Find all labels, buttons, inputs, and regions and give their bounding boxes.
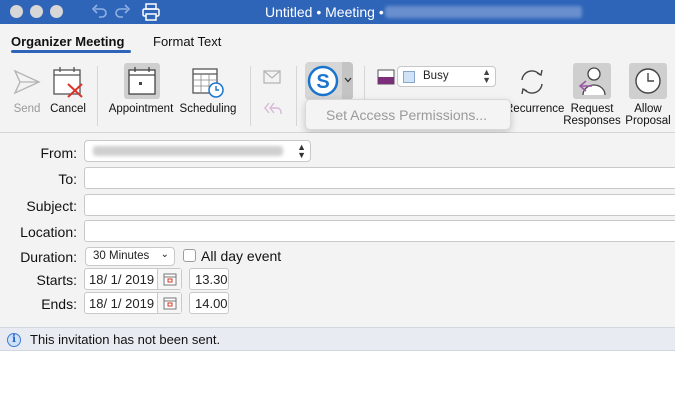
request-responses-icon [578, 67, 606, 96]
to-field[interactable] [84, 167, 675, 189]
up-down-arrows-icon: ▲ ▼ [482, 67, 491, 85]
chevron-down-icon [344, 77, 352, 83]
ribbon-separator [296, 66, 297, 126]
show-as-icon [377, 69, 395, 85]
start-time-field[interactable]: 13.30 [189, 268, 229, 290]
starts-label: Starts: [36, 272, 77, 288]
send-icon [13, 69, 41, 95]
ends-label: Ends: [41, 296, 77, 312]
duration-label: Duration: [20, 249, 77, 265]
start-date-value: 18/ 1/ 2019 [89, 272, 155, 287]
cancel-label: Cancel [50, 103, 86, 115]
allow-proposal-label-line1: Allow [634, 103, 662, 115]
invitation-status-bar: i This invitation has not been sent. [0, 327, 675, 351]
up-down-arrows-icon: ▲ ▼ [297, 142, 306, 160]
skype-dropdown-toggle[interactable] [342, 62, 353, 100]
allow-proposal-label-line2: Proposal [625, 115, 671, 127]
to-label: To: [58, 171, 77, 187]
redo-icon[interactable] [114, 2, 132, 20]
location-field[interactable] [84, 220, 675, 242]
end-date-picker-button[interactable] [157, 293, 181, 313]
chevron-down-icon: ⌄ [160, 249, 169, 260]
start-date-field[interactable]: 18/ 1/ 2019 [84, 268, 182, 290]
end-time-value: 14.00 [195, 296, 228, 311]
recurrence-button[interactable]: Recurrence [505, 62, 565, 126]
subject-label: Subject: [26, 198, 77, 214]
all-day-event-label[interactable]: All day event [201, 248, 281, 264]
show-as-select[interactable]: Busy ▲ ▼ [397, 66, 496, 87]
show-as-value: Busy [423, 70, 449, 82]
skype-meeting-button[interactable]: S [305, 62, 353, 100]
undo-icon[interactable] [90, 2, 108, 20]
appointment-calendar-icon [128, 67, 156, 95]
recurrence-icon [521, 69, 543, 95]
duration-select[interactable]: 30 Minutes ⌄ [85, 247, 175, 266]
scheduling-icon [192, 68, 224, 98]
scheduling-label: Scheduling [179, 103, 237, 115]
skype-icon: S [307, 65, 339, 97]
email-icon[interactable] [263, 70, 281, 84]
location-label: Location: [20, 224, 77, 240]
tab-format-text[interactable]: Format Text [153, 34, 221, 49]
calendar-icon [163, 297, 177, 310]
minimize-window-button[interactable] [30, 5, 43, 18]
zoom-window-button[interactable] [50, 5, 63, 18]
cancel-calendar-icon [53, 67, 83, 98]
request-responses-label-line1: Request [570, 103, 614, 115]
duration-value: 30 Minutes [93, 250, 150, 262]
svg-text:S: S [316, 71, 329, 93]
end-date-field[interactable]: 18/ 1/ 2019 [84, 292, 182, 314]
all-day-event-checkbox[interactable] [183, 249, 196, 262]
appointment-label: Appointment [108, 103, 174, 115]
start-time-value: 13.30 [195, 272, 228, 287]
window-title: Untitled • Meeting • [265, 4, 384, 20]
ribbon-separator [250, 66, 251, 126]
from-account-select[interactable]: ▲ ▼ [84, 140, 311, 162]
set-access-permissions-menu-item[interactable]: Set Access Permissions... [326, 107, 487, 123]
request-responses-button[interactable]: Request Responses [562, 62, 622, 130]
recurrence-label: Recurrence [505, 103, 565, 115]
tab-organizer-meeting[interactable]: Organizer Meeting [11, 34, 124, 49]
end-date-value: 18/ 1/ 2019 [89, 296, 155, 311]
allow-proposal-button[interactable]: Allow Proposal [622, 62, 674, 130]
ribbon-separator [97, 66, 98, 126]
skype-options-menu: Set Access Permissions... [305, 99, 511, 130]
send-label: Send [13, 103, 41, 115]
info-icon: i [7, 333, 21, 347]
invitation-status-message: This invitation has not been sent. [30, 332, 221, 347]
busy-color-swatch [403, 71, 415, 83]
calendar-icon [163, 273, 177, 286]
scheduling-button[interactable]: Scheduling [177, 62, 239, 126]
start-date-picker-button[interactable] [157, 269, 181, 289]
cancel-meeting-button[interactable]: Cancel [46, 62, 90, 126]
redacted-title-text [385, 6, 582, 18]
title-bar: Untitled • Meeting • [0, 0, 675, 24]
from-label: From: [40, 145, 77, 161]
close-window-button[interactable] [10, 5, 23, 18]
active-tab-indicator [11, 50, 131, 53]
end-time-field[interactable]: 14.00 [189, 292, 229, 314]
clock-icon [635, 68, 661, 94]
reply-all-icon[interactable] [263, 100, 283, 116]
subject-field[interactable] [84, 194, 675, 216]
request-responses-label-line2: Responses [563, 115, 621, 127]
print-icon[interactable] [141, 2, 161, 22]
send-button[interactable]: Send [6, 62, 48, 126]
redacted-from-address [93, 146, 283, 156]
appointment-button[interactable]: Appointment [107, 62, 175, 126]
